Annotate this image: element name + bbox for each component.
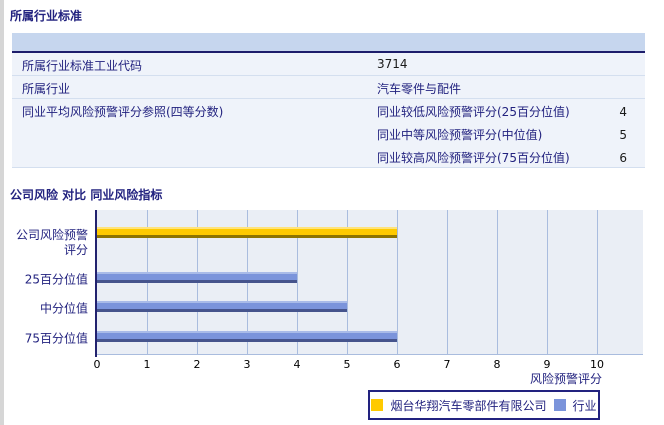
bar-2	[97, 301, 347, 312]
x-tick-label: 6	[393, 358, 401, 371]
table-header-band	[12, 33, 645, 53]
x-tick-label: 5	[343, 358, 351, 371]
table-row: 所属行业 汽车零件与配件	[12, 76, 645, 99]
peer-high-label: 同业较高风险预警评分(75百分位值)	[377, 151, 570, 165]
row-label-peer-reference: 同业平均风险预警评分参照(四等分数)	[22, 105, 224, 119]
x-tick-label: 4	[293, 358, 301, 371]
gridline	[497, 210, 498, 354]
row-value-industry-code: 3714	[377, 57, 408, 71]
chart-category-labels: 公司风险预警评分 25百分位值 中分位值 75百分位值	[0, 210, 92, 355]
x-tick-label: 0	[93, 358, 101, 371]
x-tick-label: 3	[243, 358, 251, 371]
industry-standard-table: 所属行业标准工业代码 3714 所属行业 汽车零件与配件 同业平均风险预警评分参…	[12, 33, 645, 168]
x-axis-title: 风险预警评分	[529, 372, 602, 386]
legend-label-industry: 行业	[572, 398, 597, 413]
x-tick-label: 8	[493, 358, 501, 371]
gridline	[447, 210, 448, 354]
peer-median-label: 同业中等风险预警评分(中位值)	[377, 128, 543, 142]
legend-label-company: 烟台华翔汽车零部件有限公司	[390, 398, 547, 413]
legend-swatch-industry	[553, 399, 566, 411]
row-label-industry-code: 所属行业标准工业代码	[22, 59, 143, 73]
x-tick-label: 7	[443, 358, 451, 371]
list-item: 同业中等风险预警评分(中位值) 5	[377, 124, 645, 147]
section-title-risk-comparison: 公司风险 对比 同业风险指标	[10, 188, 163, 202]
category-label-p75: 75百分位值	[24, 331, 88, 346]
risk-report-page: { "section1": { "title": "所属行业标准", "rows…	[0, 0, 664, 425]
category-label-company-score: 公司风险预警评分	[15, 228, 88, 257]
peer-high-value: 6	[619, 151, 627, 165]
gridline	[397, 210, 398, 354]
gridline	[597, 210, 598, 354]
category-label-median: 中分位值	[39, 301, 88, 316]
x-tick-label: 2	[193, 358, 201, 371]
x-tick-label: 1	[143, 358, 151, 371]
peer-low-value: 4	[619, 105, 627, 119]
bar-1	[97, 272, 297, 283]
y-axis-line	[95, 210, 97, 357]
table-row-peer-scores: 同业平均风险预警评分参照(四等分数) 同业较低风险预警评分(25百分位值) 4 …	[12, 99, 645, 168]
peer-score-list: 同业较低风险预警评分(25百分位值) 4 同业中等风险预警评分(中位值) 5 同…	[377, 101, 645, 170]
category-label-p25: 25百分位值	[24, 272, 88, 287]
list-item: 同业较高风险预警评分(75百分位值) 6	[377, 147, 645, 170]
list-item: 同业较低风险预警评分(25百分位值) 4	[377, 101, 645, 124]
bar-0	[97, 227, 397, 238]
row-label-industry: 所属行业	[22, 82, 71, 96]
peer-low-label: 同业较低风险预警评分(25百分位值)	[377, 105, 570, 119]
plot-area	[97, 210, 643, 355]
peer-median-value: 5	[619, 128, 627, 142]
chart-legend: 烟台华翔汽车零部件有限公司 行业	[368, 390, 600, 420]
section-title-industry-standard: 所属行业标准	[10, 9, 83, 23]
bar-3	[97, 331, 397, 342]
table-row: 所属行业标准工业代码 3714	[12, 53, 645, 76]
gridline	[547, 210, 548, 354]
legend-swatch-company	[371, 399, 384, 411]
row-value-industry: 汽车零件与配件	[377, 82, 462, 96]
